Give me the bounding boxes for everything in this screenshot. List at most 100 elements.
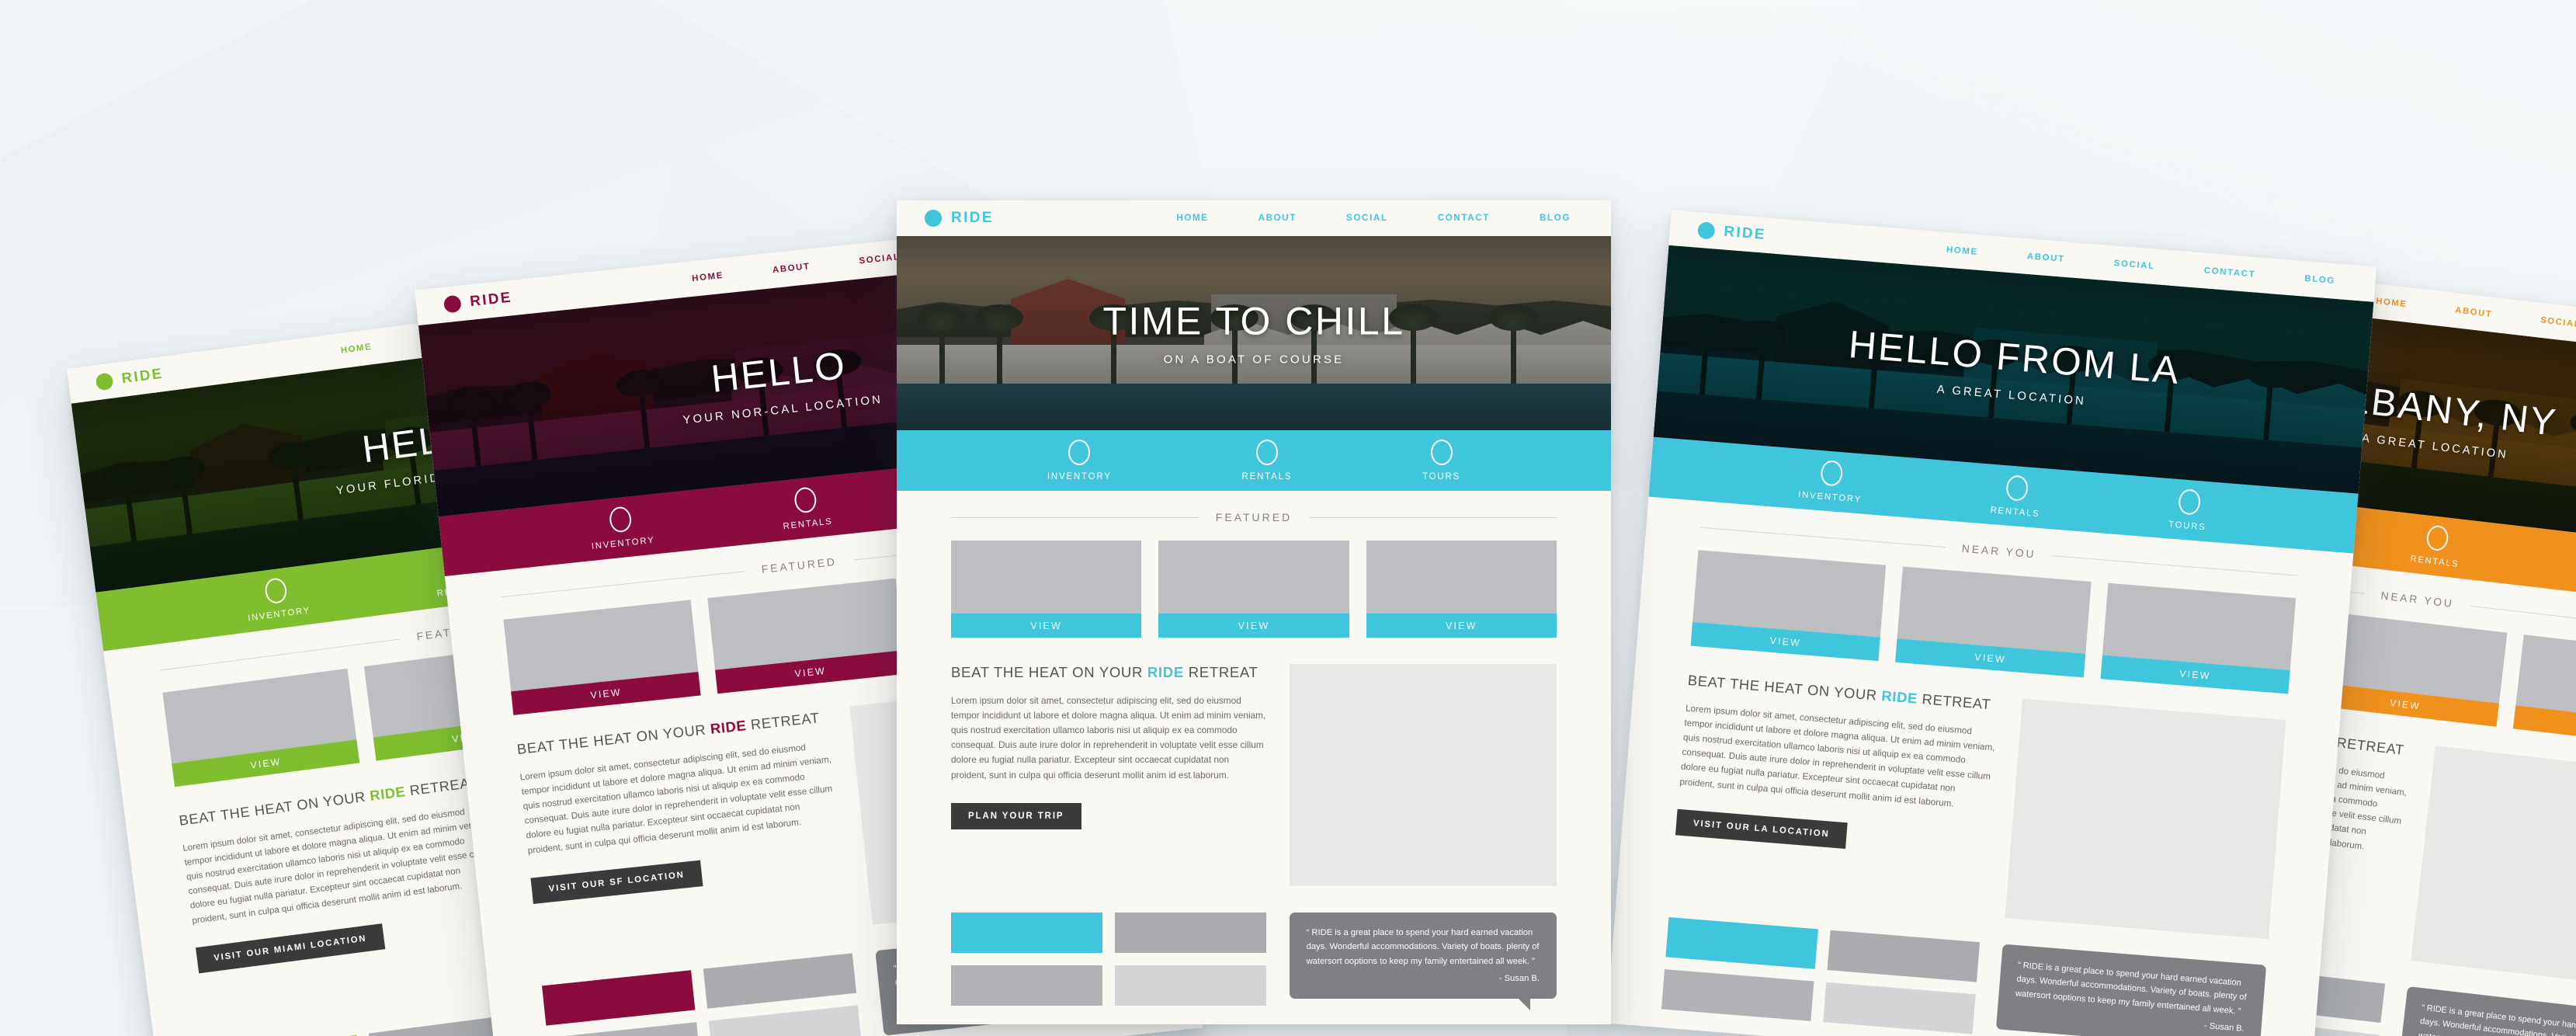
circle-outline-icon [1430,440,1453,465]
circle-outline-icon [793,486,818,514]
color-swatch-grid [1661,916,1980,1034]
nav-link-blog[interactable]: BLOG [2304,274,2335,286]
article-text-column: BEAT THE HEAT ON YOUR RIDE RETREAT Lorem… [516,708,849,960]
icon-strip-label: TOURS [2168,520,2206,533]
divider-right [2470,605,2576,634]
hero-copy: TIME TO CHILL ON A BOAT OF COURSE [897,301,1611,366]
divider-left [1699,527,1946,548]
hero-subtitle: ON A BOAT OF COURSE [1163,352,1345,366]
hero-title: TIME TO CHILL [1102,299,1405,343]
icon-strip-label: RENTALS [2409,554,2460,569]
nav-link-contact[interactable]: CONTACT [1438,214,1490,223]
featured-card[interactable]: VIEW [1895,566,2092,678]
brand-logo[interactable]: RIDE [443,290,513,314]
circle-outline-icon [263,576,289,605]
primary-cta-button[interactable]: VISIT OUR LA LOCATION [1675,808,1848,849]
featured-section-title: FEATURED [761,555,838,575]
swatch-accent [1665,916,1818,969]
nav-link-social[interactable]: SOCIAL [859,252,901,266]
nav-link-social[interactable]: SOCIAL [1346,214,1388,223]
nav-link-about[interactable]: ABOUT [772,262,811,275]
brand-dot-icon [443,294,462,314]
nav-link-about[interactable]: ABOUT [1258,214,1297,223]
color-swatch-grid [542,953,862,1036]
featured-card[interactable]: VIEW [707,578,906,694]
featured-thumbnail [1366,541,1557,614]
testimonial-text: “ RIDE is a great place to spend your ha… [2418,1003,2576,1036]
nav-link-about[interactable]: ABOUT [2455,306,2493,319]
testimonial-bubble: “ RIDE is a great place to spend your ha… [1289,913,1557,1010]
icon-strip-label: INVENTORY [1047,472,1112,481]
hero-banner: TIME TO CHILL ON A BOAT OF COURSE [897,236,1611,430]
featured-card[interactable]: VIEW [2100,582,2297,694]
swatch-neutral-1 [1827,930,1980,982]
brand-dot-icon [1697,221,1716,240]
article-heading-accent: RIDE [1880,687,1918,707]
brand-logo[interactable]: RIDE [95,366,165,391]
article-body: Lorem ipsum dolor sit amet, consectetur … [1679,702,1996,809]
featured-card[interactable]: VIEW [951,541,1142,638]
featured-card[interactable]: VIEW [1690,550,1887,662]
featured-view-button[interactable]: VIEW [951,614,1142,638]
icon-strip-item-rentals[interactable]: RENTALS [779,485,833,531]
icon-strip-item-inventory[interactable]: INVENTORY [588,503,655,551]
nav-link-social[interactable]: SOCIAL [2540,315,2576,329]
side-placeholder-block [2410,746,2576,991]
brand-logo[interactable]: RIDE [1697,221,1767,244]
icon-strip-item-inventory[interactable]: INVENTORY [1047,440,1112,481]
nav-link-contact[interactable]: CONTACT [2203,266,2255,280]
nav-link-social[interactable]: SOCIAL [2113,259,2155,271]
divider-left [159,638,401,671]
nav-link-home[interactable]: HOME [2376,297,2408,309]
testimonial-column: “ RIDE is a great place to spend your ha… [1289,913,1557,1010]
icon-strip-item-rentals[interactable]: RENTALS [2410,523,2463,569]
icon-strip-item-inventory[interactable]: INVENTORY [1798,458,1865,505]
icon-strip-item-rentals[interactable]: RENTALS [1990,474,2043,519]
brand-dot-icon [925,210,942,227]
featured-thumbnail [951,541,1142,614]
icon-strip-label: INVENTORY [247,606,311,624]
primary-cta-button[interactable]: PLAN YOUR TRIP [951,802,1081,829]
swatch-accent [542,970,696,1026]
nav-link-about[interactable]: ABOUT [2026,252,2065,264]
swatch-neutral-3 [1114,965,1266,1006]
article-text-column: BEAT THE HEAT ON YOUR RIDE RETREAT Lorem… [178,773,512,1028]
article-side-column [1289,664,1557,886]
divider-right [2053,555,2298,576]
circle-outline-icon [1068,440,1091,465]
page-content: FEATURED VIEW VIEW VIEW BEAT THE HEAT ON… [897,491,1611,1024]
article-body: Lorem ipsum dolor sit amet, consectetur … [951,695,1266,780]
primary-cta-button[interactable]: VISIT OUR MIAMI LOCATION [195,923,385,974]
circle-outline-icon [2177,488,2201,516]
primary-cta-button[interactable]: VISIT OUR SF LOCATION [530,860,703,904]
nav-link-home[interactable]: HOME [1946,245,1978,257]
nav-link-home[interactable]: HOME [340,342,373,356]
featured-card[interactable]: VIEW [1366,541,1557,638]
icon-strip-item-rentals[interactable]: RENTALS [1242,440,1293,481]
testimonial-column: “ RIDE is a great place to spend your ha… [1995,944,2267,1036]
featured-section-header: FEATURED [951,491,1557,541]
icon-strip-item-tours[interactable]: TOURS [2168,488,2210,532]
brand-logo[interactable]: RIDE [925,210,994,227]
article-text-column: BEAT THE HEAT ON YOUR RIDE RETREAT Lorem… [951,664,1266,886]
nav-link-home[interactable]: HOME [692,271,724,283]
featured-view-button[interactable]: VIEW [1158,614,1349,638]
nav-link-home[interactable]: HOME [1176,214,1208,223]
circle-outline-icon [1820,459,1844,487]
mockup-card-la[interactable]: RIDE HOME ABOUT SOCIAL CONTACT BLOG HELLO FR… [1606,210,2377,1036]
brand-name: RIDE [469,289,513,311]
divider-right [1309,516,1557,518]
featured-section-title: NEAR YOU [2380,589,2455,610]
featured-card[interactable]: VIEW [1158,541,1349,638]
icon-strip-item-tours[interactable]: TOURS [1422,440,1460,481]
icon-strip-label: INVENTORY [1797,490,1863,505]
icon-strip-item-inventory[interactable]: INVENTORY [243,574,311,623]
circle-outline-icon [608,506,633,534]
featured-view-button[interactable]: VIEW [1366,614,1557,638]
color-swatch-grid [951,913,1266,1006]
mockup-card-keywest[interactable]: RIDE HOME ABOUT SOCIAL CONTACT BLOG TIME TO … [897,200,1611,1024]
swatch-neutral-2 [951,965,1102,1006]
article-side-column [2410,746,2576,991]
featured-card[interactable]: VIEW [503,600,701,715]
nav-link-blog[interactable]: BLOG [1540,214,1571,223]
